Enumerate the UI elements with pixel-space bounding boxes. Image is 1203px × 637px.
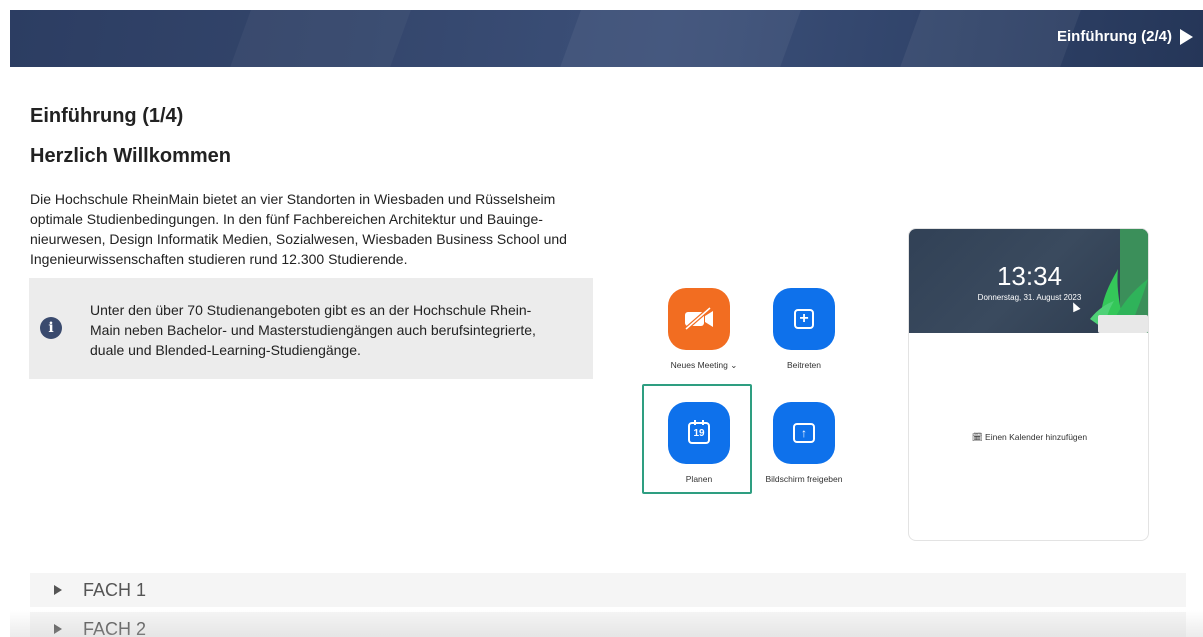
intro-line: optimale Studienbedingungen. In den fünf… <box>30 211 543 227</box>
mouse-cursor-icon <box>1069 300 1081 313</box>
info-icon: i <box>40 317 62 339</box>
clock-date: Donnerstag, 31. August 2023 <box>977 293 1082 302</box>
accordion-label[interactable]: FACH 2 <box>83 619 146 637</box>
info-line: duale und Blended-Learning-Studiengänge. <box>90 342 361 358</box>
accordion-fach-2[interactable]: FACH 2 <box>30 612 1186 637</box>
page-title: Einführung (1/4) <box>30 105 184 127</box>
join-button[interactable]: + <box>773 288 835 350</box>
next-page-link[interactable]: Einführung (2/4) <box>1057 28 1193 45</box>
share-screen-label: Bildschirm freigeben <box>765 474 843 484</box>
info-line: Main neben Bachelor- und Masterstudiengä… <box>90 322 536 338</box>
calendar-small-icon: 🗓 <box>971 432 983 442</box>
calendar-card: 13:34 Donnerstag, 31. August 2023 🗓 Eine… <box>908 228 1149 541</box>
share-screen-button[interactable]: ↑ <box>773 402 835 464</box>
new-meeting-button[interactable] <box>668 288 730 350</box>
expand-triangle-icon[interactable] <box>54 624 62 634</box>
calendar-icon: 19 <box>688 420 710 444</box>
intro-line: nieurwesen, Design Informatik Medien, So… <box>30 231 567 247</box>
share-screen-icon: ↑ <box>793 423 815 443</box>
add-calendar-label[interactable]: Einen Kalender hinzufügen <box>985 432 1087 442</box>
accordion-fach-1[interactable]: FACH 1 <box>30 573 1186 607</box>
header-banner: Einführung (2/4) <box>10 10 1203 67</box>
join-label: Beitreten <box>786 360 822 370</box>
video-off-icon <box>684 306 713 331</box>
info-text: Unter den über 70 Studienangeboten gibt … <box>90 300 570 360</box>
page-frame: Einführung (2/4) Einführung (1/4) Herzli… <box>10 10 1203 637</box>
plus-icon: + <box>794 309 814 329</box>
intro-line: Die Hochschule RheinMain bietet an vier … <box>30 191 556 207</box>
expand-triangle-icon[interactable] <box>54 585 62 595</box>
schedule-label: Planen <box>685 474 713 484</box>
intro-line: Ingenieurwissenschaften studieren rund 1… <box>30 251 408 267</box>
next-page-label[interactable]: Einführung (2/4) <box>1057 28 1172 45</box>
new-meeting-label: Neues Meeting ⌄ <box>670 360 738 370</box>
banner-decoration <box>555 10 805 67</box>
section-title: Herzlich Willkommen <box>30 145 231 167</box>
calendar-card-header: 13:34 Donnerstag, 31. August 2023 <box>909 229 1148 333</box>
banner-decoration <box>225 10 415 67</box>
add-calendar-link[interactable]: 🗓 Einen Kalender hinzufügen <box>909 432 1148 443</box>
info-box: i Unter den über 70 Studienangeboten gib… <box>29 278 593 379</box>
accordion-label[interactable]: FACH 1 <box>83 580 146 601</box>
schedule-button[interactable]: 19 <box>668 402 730 464</box>
clock-time: 13:34 <box>996 261 1063 291</box>
intro-paragraph: Die Hochschule RheinMain bietet an vier … <box>30 189 605 269</box>
info-line: Unter den über 70 Studienangeboten gibt … <box>90 302 532 318</box>
play-arrow-icon[interactable] <box>1180 28 1193 45</box>
